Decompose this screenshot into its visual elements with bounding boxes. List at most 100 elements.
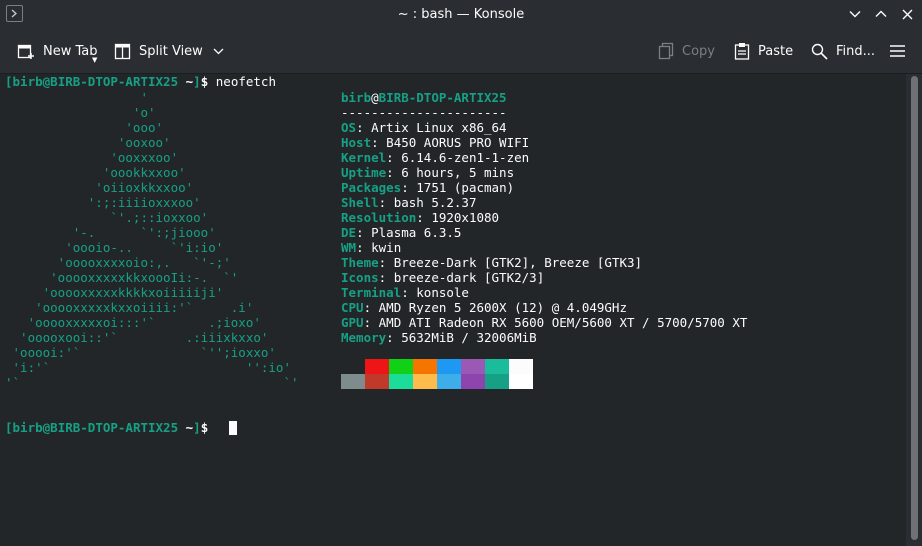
- info-value: Artix Linux x86_64: [371, 120, 507, 135]
- info-line: Shell: bash 5.2.37: [341, 195, 477, 210]
- copy-icon: [658, 42, 674, 60]
- info-title: birb@BIRB-DTOP-ARTIX25: [341, 90, 507, 105]
- prompt-user: birb: [12, 420, 43, 435]
- info-line: Theme: Breeze-Dark [GTK2], Breeze [GTK3]: [341, 255, 643, 270]
- info-key: Packages: [341, 180, 402, 195]
- hamburger-menu-button[interactable]: [889, 29, 906, 73]
- info-key: WM: [341, 240, 357, 255]
- palette-swatch: [509, 374, 533, 389]
- palette-swatch: [485, 359, 509, 374]
- window-title: ~ : bash — Konsole: [397, 7, 525, 22]
- info-line: CPU: AMD Ryzen 5 2600X (12) @ 4.049GHz: [341, 300, 627, 315]
- info-key: Host: [341, 135, 372, 150]
- info-key: GPU: [341, 315, 364, 330]
- info-separator: ----------------------: [341, 105, 507, 120]
- dropdown-indicator-icon: ▼: [92, 56, 98, 64]
- search-icon: [811, 43, 828, 60]
- info-value: 1920x1080: [431, 210, 500, 225]
- palette-swatch: [461, 359, 485, 374]
- find-label: Find...: [836, 43, 876, 59]
- info-line: Icons: breeze-dark [GTK2/3]: [341, 270, 545, 285]
- copy-button[interactable]: Copy: [658, 29, 715, 73]
- palette-swatch: [341, 359, 365, 374]
- info-line: Uptime: 6 hours, 5 mins: [341, 165, 515, 180]
- find-button[interactable]: Find...: [811, 29, 875, 73]
- logo-line: 'ooooxxxxxkkxoooIi:-. `': [5, 270, 239, 285]
- title-bar: ~ : bash — Konsole: [0, 0, 922, 29]
- window-menu-button[interactable]: [6, 5, 23, 22]
- palette-swatch: [389, 359, 413, 374]
- info-value: AMD Ryzen 5 2600X (12) @ 4.049GHz: [378, 300, 627, 315]
- text-cursor: [229, 421, 237, 435]
- palette-swatch: [461, 374, 485, 389]
- palette-swatch: [365, 359, 389, 374]
- info-key: Kernel: [341, 150, 387, 165]
- info-line: GPU: AMD ATI Radeon RX 5600 OEM/5600 XT …: [341, 315, 748, 330]
- palette-swatch: [413, 359, 437, 374]
- scrollbar-thumb[interactable]: [911, 76, 918, 540]
- info-line: Host: B450 AORUS PRO WIFI: [341, 135, 530, 150]
- info-key: Shell: [341, 195, 379, 210]
- chevron-right-icon: [11, 9, 17, 18]
- logo-line: 'ooooxxxxxkxxoiiii:'` .i': [5, 300, 254, 315]
- palette-swatch: [437, 374, 461, 389]
- logo-line: 'ooxxxoo': [5, 150, 179, 165]
- logo-line: 'o': [5, 105, 156, 120]
- split-view-icon: [114, 43, 131, 59]
- split-view-button[interactable]: Split View: [114, 29, 224, 73]
- info-value: 5632MiB / 32006MiB: [401, 330, 537, 345]
- logo-line: 'ooooi:'` `'';ioxxo': [5, 345, 276, 360]
- info-line: Kernel: 6.14.6-zen1-1-zen: [341, 150, 530, 165]
- logo-line: 'oookkxxoo': [5, 165, 186, 180]
- close-button[interactable]: [898, 4, 916, 24]
- info-value: Plasma 6.3.5: [371, 225, 462, 240]
- info-line: WM: kwin: [341, 240, 402, 255]
- info-value: B450 AORUS PRO WIFI: [386, 135, 530, 150]
- logo-line: 'i:'` '':io': [5, 360, 291, 375]
- logo-line: ':;:iiiioxxxoo': [5, 195, 201, 210]
- prompt-line-current: [birb@BIRB-DTOP-ARTIX25 ~]$: [5, 420, 209, 435]
- info-key: Resolution: [341, 210, 417, 225]
- logo-line: '` `': [5, 375, 299, 390]
- logo-line: 'ooo': [5, 120, 164, 135]
- logo-line: 'ooooxxxxoio:,. `'-;': [5, 255, 231, 270]
- info-key: DE: [341, 225, 357, 240]
- split-view-label: Split View: [139, 43, 203, 59]
- logo-line: 'ooooxooi::'` .:iiixkxxo': [5, 330, 269, 345]
- maximize-button[interactable]: [872, 4, 890, 24]
- info-value: Breeze-Dark [GTK2], Breeze [GTK3]: [393, 255, 643, 270]
- paste-label: Paste: [758, 43, 794, 59]
- info-line: Memory: 5632MiB / 32006MiB: [341, 330, 537, 345]
- info-key: Memory: [341, 330, 387, 345]
- logo-line: '-. `':;jiooo': [5, 225, 216, 240]
- info-value: 6.14.6-zen1-1-zen: [401, 150, 530, 165]
- info-value: konsole: [416, 285, 469, 300]
- palette-swatch: [437, 359, 461, 374]
- minimize-button[interactable]: [846, 4, 864, 24]
- palette-swatch: [485, 374, 509, 389]
- chevron-up-icon: [875, 10, 887, 17]
- logo-line: `'.;::ioxxoo': [5, 210, 209, 225]
- info-value: 6 hours, 5 mins: [401, 165, 515, 180]
- prompt-line: [birb@BIRB-DTOP-ARTIX25 ~]$ neofetch: [5, 74, 276, 89]
- info-value: 1751 (pacman): [416, 180, 515, 195]
- terminal-view[interactable]: [birb@BIRB-DTOP-ARTIX25 ~]$ neofetch ' '…: [0, 74, 906, 546]
- hamburger-menu-icon: [890, 45, 905, 57]
- new-tab-button[interactable]: New Tab ▼: [17, 29, 98, 73]
- logo-line: 'oiioxkkxxoo': [5, 180, 194, 195]
- info-value: AMD ATI Radeon RX 5600 OEM/5600 XT / 570…: [378, 315, 748, 330]
- info-host: BIRB-DTOP-ARTIX25: [378, 90, 507, 105]
- konsole-window: ~ : bash — Konsole New Tab ▼ Split View …: [0, 0, 922, 546]
- info-value: kwin: [371, 240, 402, 255]
- logo-line: 'ooooxxxxxoi:::'` .;ioxo': [5, 315, 261, 330]
- palette-swatch: [509, 359, 533, 374]
- paste-button[interactable]: Paste: [734, 29, 793, 73]
- chevron-down-icon: [849, 11, 861, 18]
- info-value: breeze-dark [GTK2/3]: [393, 270, 545, 285]
- logo-line: 'ooxoo': [5, 135, 171, 150]
- info-key: Theme: [341, 255, 379, 270]
- paste-icon: [734, 43, 750, 60]
- info-key: OS: [341, 120, 357, 135]
- new-tab-label: New Tab: [43, 43, 98, 59]
- logo-line: ': [5, 90, 148, 105]
